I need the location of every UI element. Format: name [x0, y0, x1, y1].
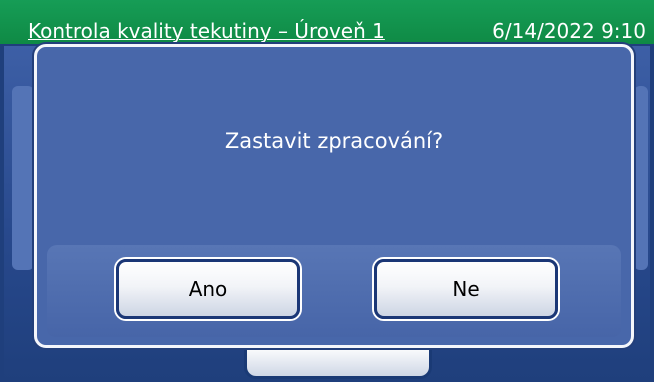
page-title: Kontrola kvality tekutiny – Úroveň 1 [28, 19, 385, 43]
title-bar: Kontrola kvality tekutiny – Úroveň 1 6/1… [0, 0, 654, 44]
date-time: 6/14/2022 9:10 [492, 19, 646, 43]
no-button[interactable]: Ne [374, 259, 558, 319]
confirm-dialog: Zastavit zpracování? Ano Ne [34, 44, 634, 348]
dialog-button-bar: Ano Ne [47, 245, 621, 337]
background-panel-left [12, 86, 34, 270]
background-button [244, 346, 432, 379]
yes-button[interactable]: Ano [116, 259, 300, 319]
background-panel-right [634, 86, 648, 270]
dialog-message: Zastavit zpracování? [224, 129, 444, 153]
